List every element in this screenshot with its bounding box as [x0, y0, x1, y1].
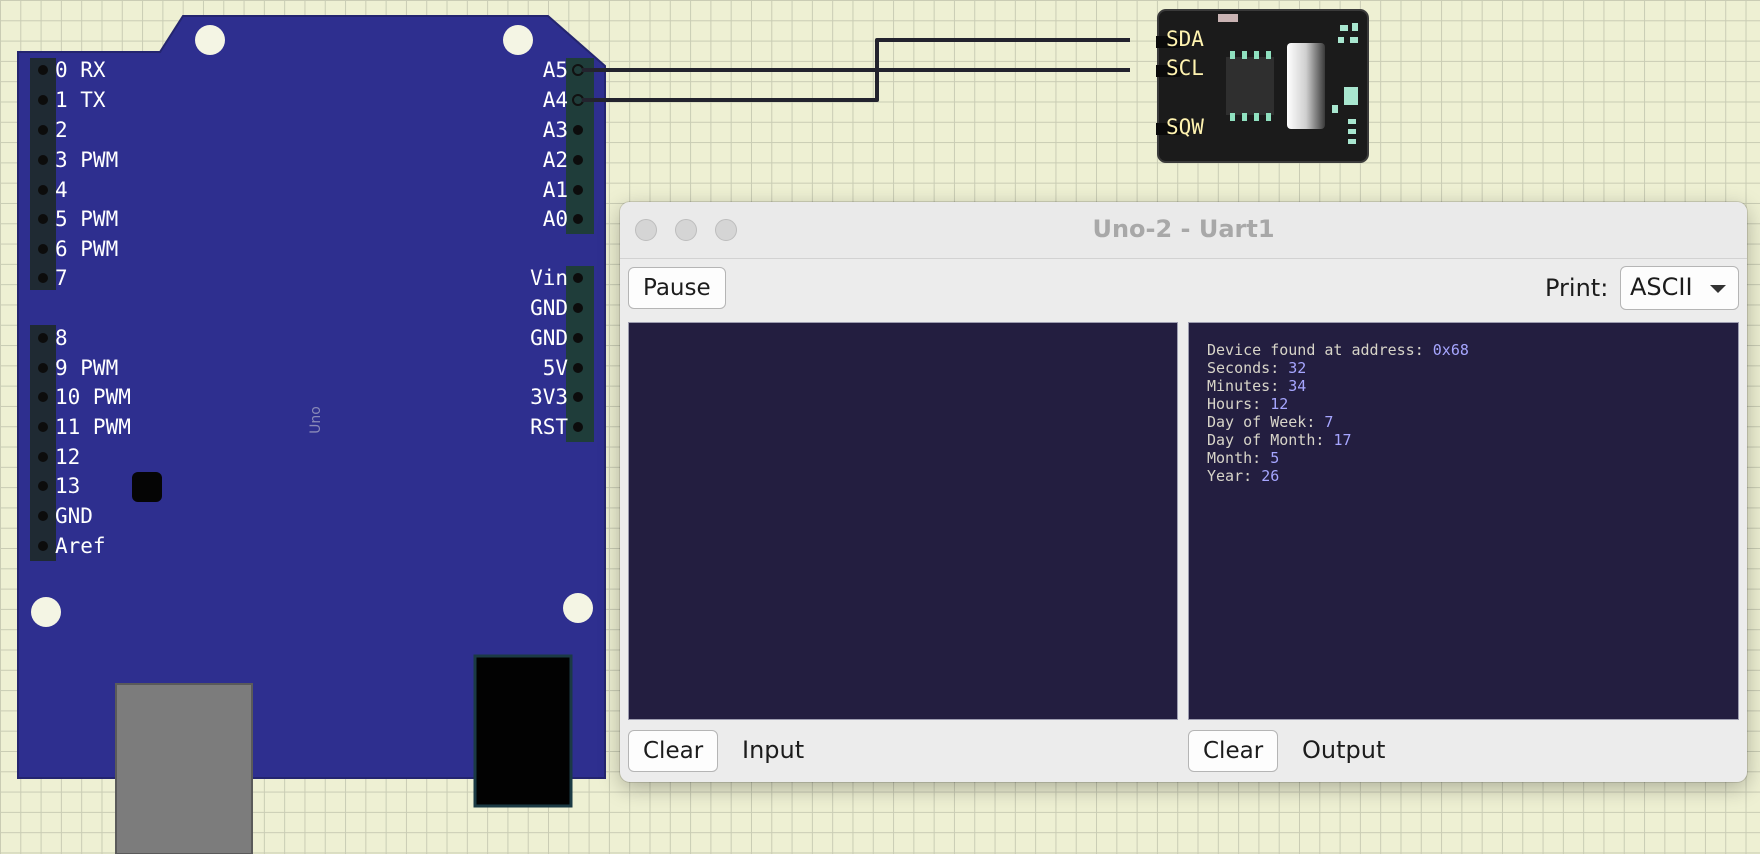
output-line: Year: 26 [1207, 467, 1280, 485]
chevron-down-icon [1710, 285, 1726, 293]
rtc-pin-scl: SCL [1166, 56, 1204, 80]
output-log: Device found at address: 0x68 Seconds: 3… [1207, 341, 1469, 485]
print-label: Print: [1545, 274, 1609, 302]
output-line: Seconds: 32 [1207, 359, 1307, 377]
print-format-value: ASCII [1630, 273, 1693, 301]
output-line: Day of Month: 17 [1207, 431, 1352, 449]
rtc-pin-sqw: SQW [1166, 115, 1204, 139]
window-titlebar[interactable]: Uno-2 - Uart1 [620, 202, 1747, 259]
clear-input-button[interactable]: Clear [628, 730, 719, 772]
pause-button[interactable]: Pause [628, 267, 726, 309]
output-caption: Output [1302, 736, 1386, 764]
output-line: Hours: 12 [1207, 395, 1289, 413]
output-terminal[interactable]: Device found at address: 0x68 Seconds: 3… [1188, 322, 1739, 720]
rtc-module[interactable]: SDA SCL SQW [1152, 9, 1370, 163]
clear-output-button[interactable]: Clear [1188, 730, 1279, 772]
serial-monitor-window[interactable]: Uno-2 - Uart1 Pause Print: ASCII Device … [620, 202, 1747, 782]
output-line: Month: 5 [1207, 449, 1280, 467]
input-caption: Input [742, 736, 805, 764]
output-line: Device found at address: 0x68 [1207, 341, 1469, 359]
output-line: Minutes: 34 [1207, 377, 1307, 395]
input-terminal[interactable] [628, 322, 1178, 720]
rtc-pin-sda: SDA [1166, 27, 1204, 51]
window-title: Uno-2 - Uart1 [1092, 215, 1275, 243]
output-line: Day of Week: 7 [1207, 413, 1334, 431]
print-format-select[interactable]: ASCII [1620, 266, 1739, 310]
